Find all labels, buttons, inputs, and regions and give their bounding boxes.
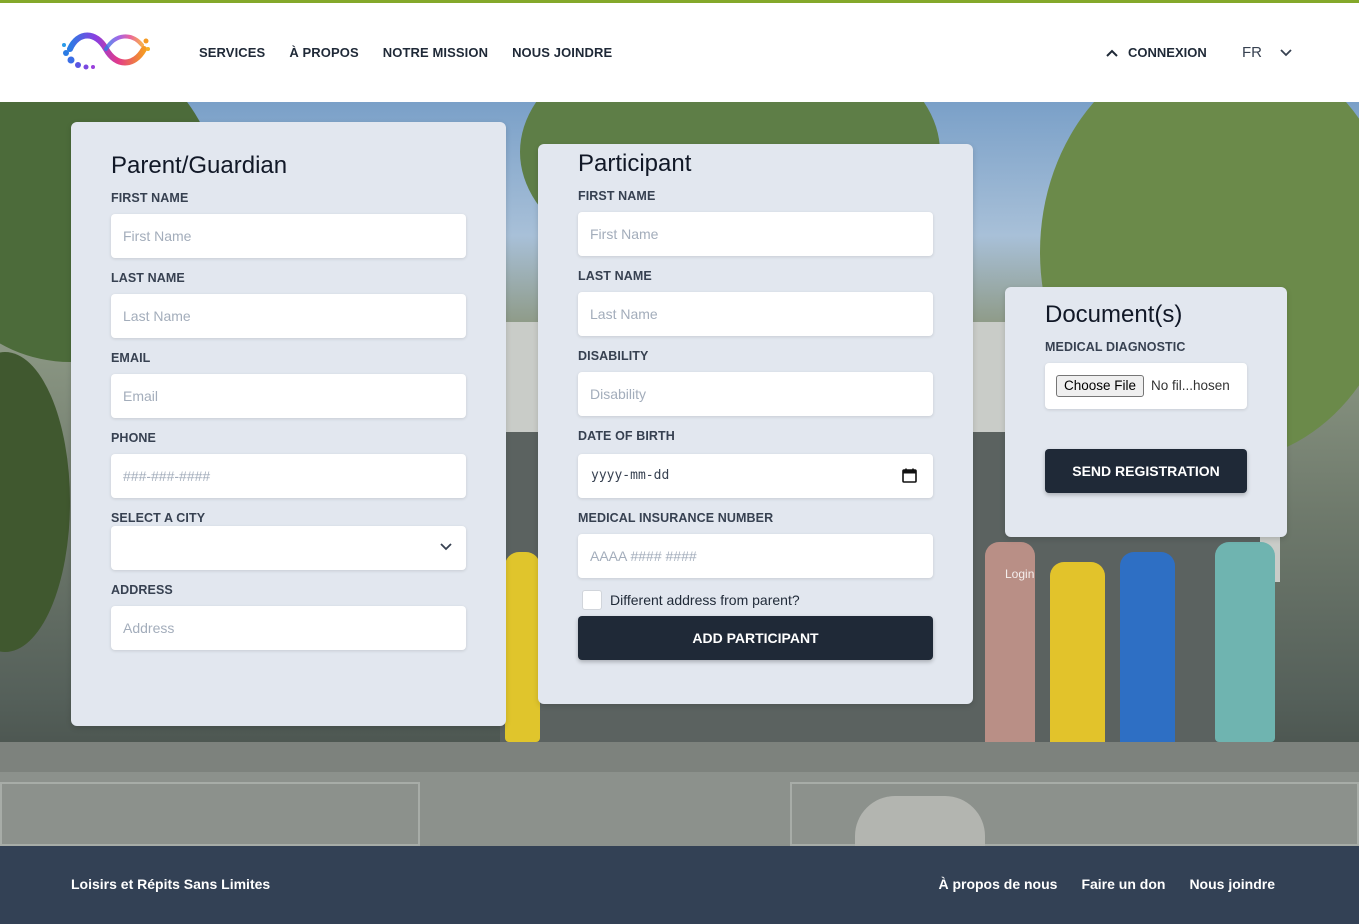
nav-item-mission[interactable]: NOTRE MISSION (383, 45, 488, 60)
participant-insurance-label: MEDICAL INSURANCE NUMBER (578, 511, 774, 525)
language-selector[interactable]: FR (1242, 44, 1292, 61)
background-login-link[interactable]: Login (1005, 567, 1034, 581)
add-participant-button[interactable]: ADD PARTICIPANT (578, 616, 933, 660)
person (1050, 562, 1105, 752)
participant-last-name-input[interactable] (578, 292, 933, 336)
chevron-down-icon (1280, 48, 1292, 56)
parent-email-label: EMAIL (111, 351, 151, 365)
parent-email-input[interactable] (111, 374, 466, 418)
participant-last-name-label: LAST NAME (578, 269, 652, 283)
parent-address-label: ADDRESS (111, 583, 173, 597)
site-header: SERVICES À PROPOS NOTRE MISSION NOUS JOI… (0, 3, 1359, 102)
parent-phone-input[interactable] (111, 454, 466, 498)
participant-disability-label: DISABILITY (578, 349, 649, 363)
parent-last-name-label: LAST NAME (111, 271, 185, 285)
documents-card: Document(s) MEDICAL DIAGNOSTIC Choose Fi… (1005, 287, 1287, 537)
person (505, 552, 540, 742)
main-nav: SERVICES À PROPOS NOTRE MISSION NOUS JOI… (199, 45, 636, 60)
chevron-up-icon (1106, 49, 1118, 57)
participant-card-title: Participant (578, 150, 692, 177)
site-footer: Loisirs et Répits Sans Limites À propos … (0, 846, 1359, 924)
send-registration-button[interactable]: SEND REGISTRATION (1045, 449, 1247, 493)
nav-item-services[interactable]: SERVICES (199, 45, 265, 60)
nav-item-contact[interactable]: NOUS JOINDRE (512, 45, 612, 60)
person (1215, 542, 1275, 742)
participant-first-name-label: FIRST NAME (578, 189, 656, 203)
chain-fence (0, 782, 420, 846)
concrete-post (855, 796, 985, 846)
tree-foliage (0, 352, 70, 652)
choose-file-button[interactable]: Choose File (1056, 375, 1145, 397)
connexion-label: CONNEXION (1128, 45, 1207, 60)
person (1120, 552, 1175, 752)
parent-last-name-input[interactable] (111, 294, 466, 338)
balcony-ledge (0, 742, 1359, 772)
footer-brand: Loisirs et Répits Sans Limites (71, 876, 271, 892)
parent-guardian-card: Parent/Guardian FIRST NAME LAST NAME EMA… (71, 122, 506, 726)
calendar-icon[interactable] (902, 468, 917, 483)
city-select[interactable] (111, 526, 466, 570)
footer-links: À propos de nous Faire un don Nous joind… (914, 876, 1275, 892)
different-address-label: Different address from parent? (610, 592, 800, 608)
documents-card-title: Document(s) (1045, 301, 1183, 328)
participant-first-name-input[interactable] (578, 212, 933, 256)
participant-disability-input[interactable] (578, 372, 933, 416)
different-address-checkbox[interactable] (582, 590, 602, 610)
dob-placeholder: yyyy-mm-dd (591, 468, 670, 483)
medical-file-input[interactable]: Choose File No fil...hosen (1045, 363, 1247, 409)
participant-card: Participant FIRST NAME LAST NAME DISABIL… (538, 144, 973, 704)
parent-city-label: SELECT A CITY (111, 511, 206, 525)
parent-first-name-input[interactable] (111, 214, 466, 258)
parent-phone-label: PHONE (111, 431, 156, 445)
logo-icon[interactable] (60, 27, 152, 75)
chevron-down-icon (440, 543, 452, 551)
participant-dob-label: DATE OF BIRTH (578, 429, 675, 443)
footer-link-contact[interactable]: Nous joindre (1189, 876, 1275, 892)
medical-diagnostic-label: MEDICAL DIAGNOSTIC (1045, 340, 1186, 354)
parent-card-title: Parent/Guardian (111, 152, 288, 179)
participant-dob-input[interactable]: yyyy-mm-dd (578, 454, 933, 498)
footer-link-about[interactable]: À propos de nous (938, 876, 1057, 892)
connexion-button[interactable]: CONNEXION (1106, 45, 1207, 60)
nav-item-about[interactable]: À PROPOS (289, 45, 358, 60)
footer-link-donate[interactable]: Faire un don (1081, 876, 1165, 892)
file-status-text: No fil...hosen (1151, 378, 1230, 393)
language-label: FR (1242, 44, 1262, 61)
parent-address-input[interactable] (111, 606, 466, 650)
parent-first-name-label: FIRST NAME (111, 191, 189, 205)
participant-insurance-input[interactable] (578, 534, 933, 578)
